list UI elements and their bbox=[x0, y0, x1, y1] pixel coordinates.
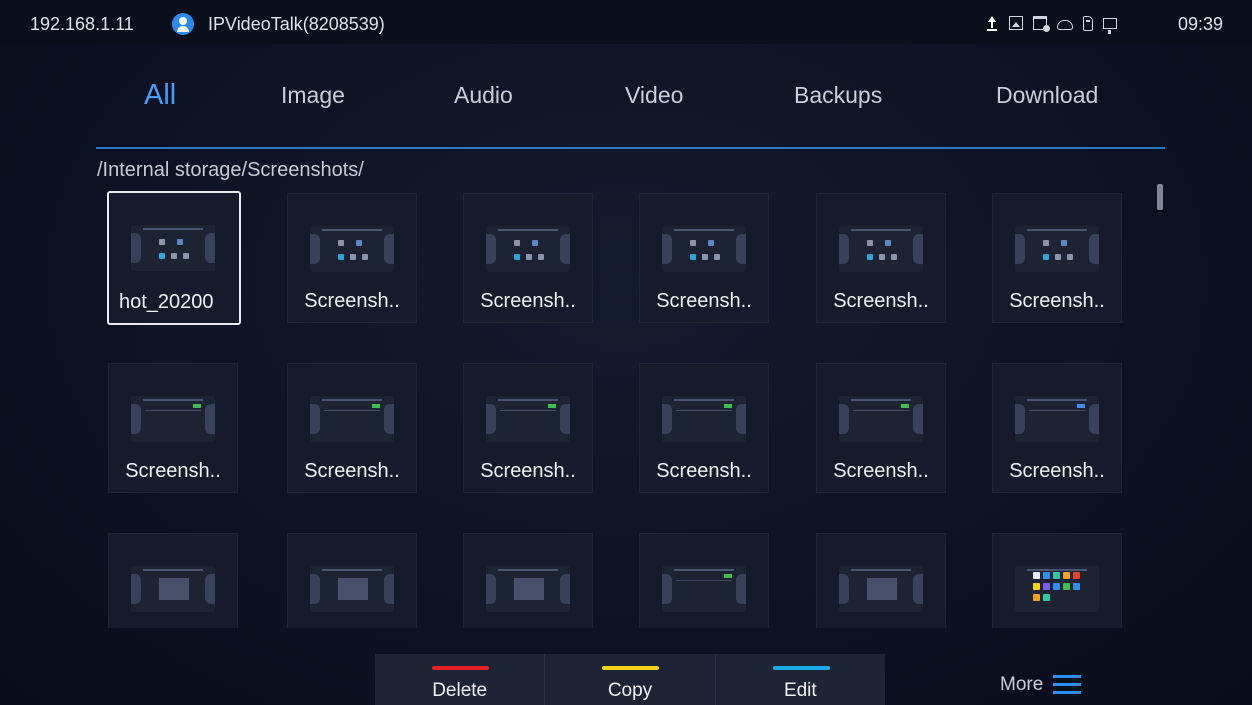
file-tile[interactable]: Screensh.. bbox=[992, 363, 1122, 493]
tab-divider bbox=[96, 147, 1165, 149]
file-tile[interactable]: Screensh.. bbox=[108, 363, 238, 493]
file-thumbnail bbox=[310, 226, 394, 272]
delete-button[interactable]: Delete bbox=[375, 654, 545, 705]
file-thumbnail bbox=[1015, 396, 1099, 442]
file-thumbnail bbox=[1015, 566, 1099, 612]
file-thumbnail bbox=[839, 226, 923, 272]
sd-card-icon bbox=[1083, 15, 1093, 31]
file-name: Screensh.. bbox=[304, 460, 400, 482]
file-name bbox=[817, 622, 945, 628]
copy-label: Copy bbox=[607, 680, 653, 701]
file-tile[interactable] bbox=[816, 533, 946, 628]
more-button[interactable]: More bbox=[1000, 672, 1082, 698]
file-name: Screensh.. bbox=[480, 290, 576, 312]
delete-color-stripe bbox=[432, 666, 489, 670]
category-tabs: All Image Audio Video Backups Download bbox=[96, 70, 1165, 148]
file-tile[interactable]: Screensh.. bbox=[816, 363, 946, 493]
file-name: Screensh.. bbox=[656, 460, 752, 482]
file-name: Screensh.. bbox=[656, 290, 752, 312]
file-thumbnail bbox=[131, 396, 215, 442]
file-tile[interactable] bbox=[463, 533, 593, 628]
file-name bbox=[109, 622, 237, 628]
file-tile[interactable]: Screensh.. bbox=[287, 363, 417, 493]
menu-icon bbox=[1053, 675, 1082, 695]
file-name bbox=[640, 622, 768, 628]
file-tile[interactable]: Screensh.. bbox=[287, 193, 417, 323]
account-icon bbox=[172, 13, 194, 35]
file-thumbnail bbox=[839, 396, 923, 442]
ip-address: 192.168.1.11 bbox=[30, 14, 134, 34]
file-thumbnail bbox=[662, 226, 746, 272]
file-tile[interactable] bbox=[287, 533, 417, 628]
tab-download[interactable]: Download bbox=[996, 82, 1098, 109]
calendar-icon bbox=[1033, 16, 1050, 32]
file-name bbox=[993, 622, 1121, 628]
file-thumbnail bbox=[131, 225, 215, 271]
monitor-icon bbox=[1103, 17, 1117, 34]
account-name: IPVideoTalk(8208539) bbox=[208, 14, 385, 34]
action-toolbar: Delete Copy Edit bbox=[375, 654, 885, 705]
copy-color-stripe bbox=[602, 666, 660, 670]
file-thumbnail bbox=[486, 396, 570, 442]
tab-video[interactable]: Video bbox=[625, 82, 683, 109]
status-bar: 192.168.1.11 IPVideoTalk(8208539) 09:39 bbox=[0, 0, 1252, 44]
file-name: Screensh.. bbox=[1009, 290, 1105, 312]
file-name: Screensh.. bbox=[480, 460, 576, 482]
file-tile[interactable] bbox=[639, 533, 769, 628]
file-tile[interactable]: hot_20200 bbox=[107, 191, 241, 325]
delete-label: Delete bbox=[432, 680, 488, 701]
file-name: Screensh.. bbox=[304, 290, 400, 312]
file-thumbnail bbox=[662, 566, 746, 612]
file-tile[interactable]: Screensh.. bbox=[639, 363, 769, 493]
scrollbar[interactable] bbox=[1157, 184, 1163, 210]
file-tile[interactable]: Screensh.. bbox=[463, 193, 593, 323]
file-name: Screensh.. bbox=[833, 460, 929, 482]
file-tile[interactable]: Screensh.. bbox=[992, 193, 1122, 323]
edit-label: Edit bbox=[783, 680, 817, 701]
breadcrumb: /Internal storage/Screenshots/ bbox=[97, 159, 364, 181]
cloud-icon bbox=[1057, 20, 1073, 30]
file-name: hot_20200 bbox=[119, 291, 214, 313]
file-tile[interactable] bbox=[108, 533, 238, 628]
file-tile[interactable]: Screensh.. bbox=[463, 363, 593, 493]
file-thumbnail bbox=[131, 566, 215, 612]
clock: 09:39 bbox=[1178, 14, 1224, 34]
file-tile[interactable] bbox=[992, 533, 1122, 628]
tab-all[interactable]: All bbox=[144, 79, 176, 112]
file-grid: hot_20200 Screensh.. Screensh.. Screensh.. S… bbox=[96, 188, 1156, 628]
tab-image[interactable]: Image bbox=[281, 82, 345, 109]
tab-backups[interactable]: Backups bbox=[794, 82, 882, 109]
edit-color-stripe bbox=[772, 666, 830, 670]
more-label: More bbox=[1000, 674, 1044, 695]
file-thumbnail bbox=[310, 396, 394, 442]
file-name: Screensh.. bbox=[1009, 460, 1105, 482]
file-thumbnail bbox=[486, 566, 570, 612]
file-thumbnail bbox=[662, 396, 746, 442]
upload-icon bbox=[985, 16, 999, 31]
file-name: Screensh.. bbox=[833, 290, 929, 312]
file-thumbnail bbox=[839, 566, 923, 612]
file-name bbox=[464, 622, 592, 628]
file-thumbnail bbox=[486, 226, 570, 272]
tab-audio[interactable]: Audio bbox=[454, 82, 513, 109]
edit-button[interactable]: Edit bbox=[714, 654, 885, 705]
file-thumbnail bbox=[310, 566, 394, 612]
file-thumbnail bbox=[1015, 226, 1099, 272]
file-name bbox=[288, 622, 416, 628]
status-icons bbox=[985, 14, 1117, 34]
file-tile[interactable]: Screensh.. bbox=[639, 193, 769, 323]
file-tile[interactable]: Screensh.. bbox=[816, 193, 946, 323]
copy-button[interactable]: Copy bbox=[544, 654, 715, 705]
file-name: Screensh.. bbox=[125, 460, 221, 482]
image-icon bbox=[1009, 16, 1023, 30]
